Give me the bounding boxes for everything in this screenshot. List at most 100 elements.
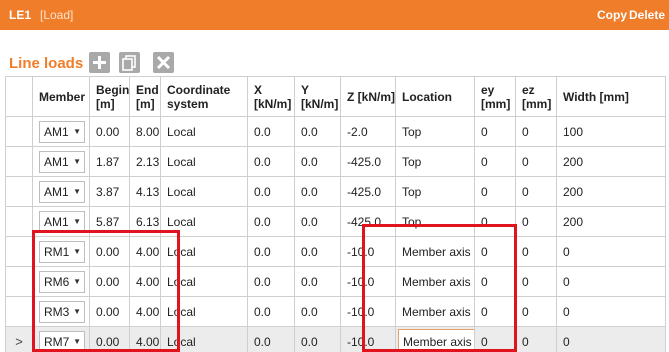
cell-coord[interactable]: Local [160,116,248,147]
cell-y[interactable]: 0.0 [294,266,341,297]
table-row[interactable]: > RM7 ▼ 0.00 4.00 Local 0.0 0.0 -10.0 Member axis… [5,326,666,352]
cell-ey[interactable]: 0 [474,146,516,177]
cell-z[interactable]: -10.0 [340,296,396,327]
table-row[interactable]: AM1 ▼ 1.87 2.13 Local 0.0 0.0 -425.0 Top 0 0 200 [5,146,666,177]
cell-member[interactable]: RM3 ▼ [32,296,90,327]
cell-x[interactable]: 0.0 [247,146,295,177]
cell-y[interactable]: 0.0 [294,296,341,327]
cell-ez[interactable]: 0 [515,236,557,267]
add-row-button[interactable] [89,52,110,73]
delete-button[interactable]: Delete [629,8,665,22]
cell-width[interactable]: 200 [556,176,666,207]
copy-row-button[interactable] [119,52,140,73]
delete-row-button[interactable] [153,52,174,73]
cell-width[interactable]: 200 [556,206,666,237]
cell-location[interactable]: Top [395,116,475,147]
cell-end[interactable]: 2.13 [129,146,161,177]
member-select[interactable]: AM1 ▼ [39,210,85,233]
cell-member[interactable]: AM1 ▼ [32,146,90,177]
cell-z[interactable]: -10.0 [340,326,396,352]
cell-ez[interactable]: 0 [515,206,557,237]
cell-location[interactable]: Member axis [395,296,475,327]
table-row[interactable]: AM1 ▼ 3.87 4.13 Local 0.0 0.0 -425.0 Top 0 0 200 [5,176,666,207]
location-edit-field[interactable]: Member axis [398,328,474,352]
cell-y[interactable]: 0.0 [294,236,341,267]
cell-member[interactable]: RM1 ▼ [32,236,90,267]
cell-coord[interactable]: Local [160,266,248,297]
cell-begin[interactable]: 0.00 [89,326,130,352]
cell-x[interactable]: 0.0 [247,266,295,297]
cell-y[interactable]: 0.0 [294,176,341,207]
cell-member[interactable]: RM6 ▼ [32,266,90,297]
cell-z[interactable]: -10.0 [340,266,396,297]
cell-end[interactable]: 4.00 [129,296,161,327]
cell-ey[interactable]: 0 [474,326,516,352]
cell-width[interactable]: 0 [556,296,666,327]
cell-member[interactable]: AM1 ▼ [32,206,90,237]
member-select[interactable]: RM3 ▼ [39,300,85,323]
cell-x[interactable]: 0.0 [247,116,295,147]
member-select[interactable]: RM7 ▼ [39,330,85,352]
copy-button[interactable]: Copy [597,8,627,22]
member-select[interactable]: AM1 ▼ [39,150,85,173]
cell-width[interactable]: 100 [556,116,666,147]
cell-z[interactable]: -425.0 [340,146,396,177]
cell-location[interactable]: Top [395,176,475,207]
cell-end[interactable]: 4.00 [129,326,161,352]
cell-ez[interactable]: 0 [515,296,557,327]
cell-coord[interactable]: Local [160,236,248,267]
cell-y[interactable]: 0.0 [294,206,341,237]
cell-y[interactable]: 0.0 [294,146,341,177]
member-select[interactable]: AM1 ▼ [39,120,85,143]
table-row[interactable]: RM3 ▼ 0.00 4.00 Local 0.0 0.0 -10.0 Member axis 0… [5,296,666,327]
cell-member[interactable]: AM1 ▼ [32,116,90,147]
cell-z[interactable]: -425.0 [340,176,396,207]
cell-x[interactable]: 0.0 [247,296,295,327]
cell-ez[interactable]: 0 [515,266,557,297]
cell-begin[interactable]: 0.00 [89,296,130,327]
cell-ey[interactable]: 0 [474,266,516,297]
cell-x[interactable]: 0.0 [247,206,295,237]
cell-coord[interactable]: Local [160,206,248,237]
cell-z[interactable]: -425.0 [340,206,396,237]
cell-ey[interactable]: 0 [474,176,516,207]
cell-begin[interactable]: 0.00 [89,116,130,147]
cell-location[interactable]: Top [395,206,475,237]
cell-width[interactable]: 200 [556,146,666,177]
cell-coord[interactable]: Local [160,176,248,207]
cell-begin[interactable]: 5.87 [89,206,130,237]
member-select[interactable]: AM1 ▼ [39,180,85,203]
cell-begin[interactable]: 0.00 [89,236,130,267]
cell-coord[interactable]: Local [160,326,248,352]
cell-location[interactable]: Member axis [395,236,475,267]
cell-ez[interactable]: 0 [515,146,557,177]
cell-width[interactable]: 0 [556,236,666,267]
cell-width[interactable]: 0 [556,326,666,352]
cell-end[interactable]: 4.13 [129,176,161,207]
cell-location[interactable]: Member axis [395,266,475,297]
table-row[interactable]: RM1 ▼ 0.00 4.00 Local 0.0 0.0 -10.0 Member axis 0… [5,236,666,267]
cell-begin[interactable]: 1.87 [89,146,130,177]
cell-end[interactable]: 4.00 [129,236,161,267]
cell-coord[interactable]: Local [160,146,248,177]
member-select[interactable]: RM1 ▼ [39,240,85,263]
cell-ey[interactable]: 0 [474,236,516,267]
cell-coord[interactable]: Local [160,296,248,327]
cell-z[interactable]: -2.0 [340,116,396,147]
table-row[interactable]: AM1 ▼ 0.00 8.00 Local 0.0 0.0 -2.0 Top 0 0 100 [5,116,666,147]
cell-ey[interactable]: 0 [474,206,516,237]
cell-ez[interactable]: 0 [515,116,557,147]
cell-end[interactable]: 6.13 [129,206,161,237]
cell-ez[interactable]: 0 [515,326,557,352]
cell-z[interactable]: -10.0 [340,236,396,267]
cell-x[interactable]: 0.0 [247,236,295,267]
cell-x[interactable]: 0.0 [247,326,295,352]
cell-begin[interactable]: 3.87 [89,176,130,207]
cell-y[interactable]: 0.0 [294,116,341,147]
cell-ey[interactable]: 0 [474,296,516,327]
table-row[interactable]: AM1 ▼ 5.87 6.13 Local 0.0 0.0 -425.0 Top 0 0 200 [5,206,666,237]
cell-member[interactable]: AM1 ▼ [32,176,90,207]
cell-location[interactable]: Member axis [395,326,475,352]
cell-ez[interactable]: 0 [515,176,557,207]
cell-x[interactable]: 0.0 [247,176,295,207]
